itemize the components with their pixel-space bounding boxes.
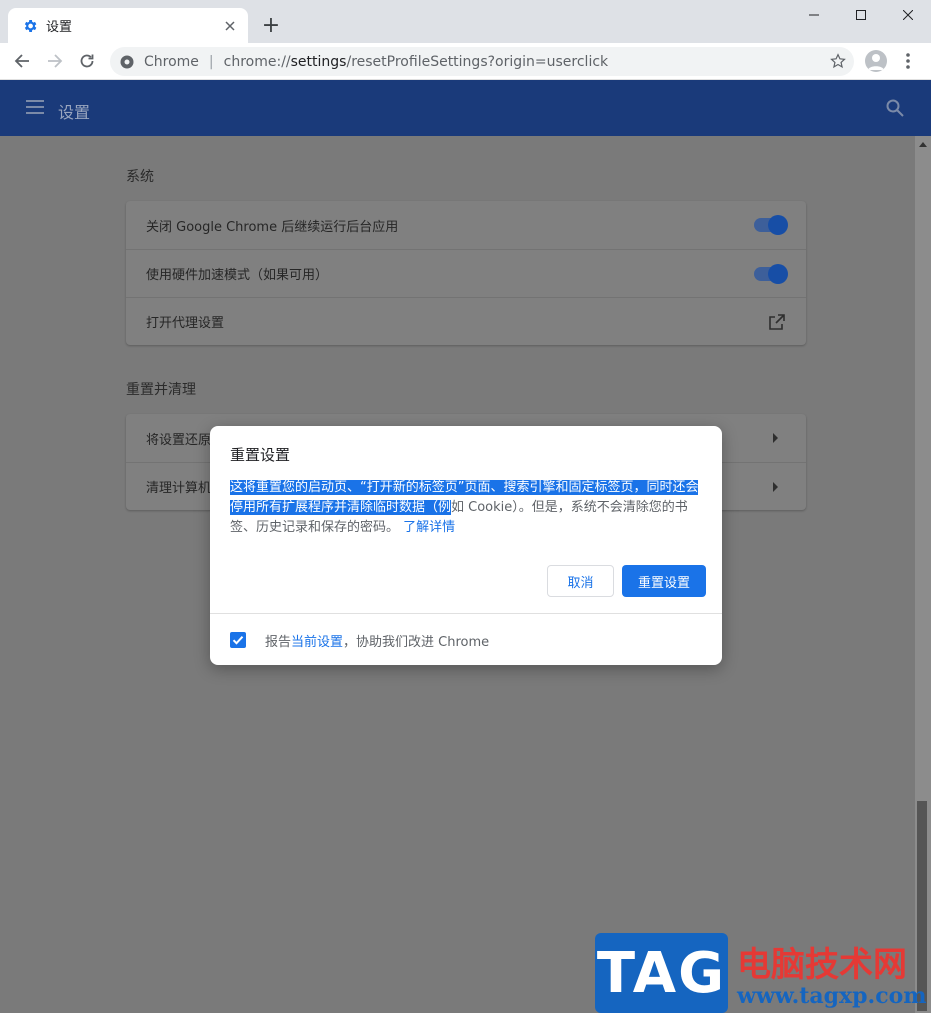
more-vert-icon[interactable] [900, 51, 916, 71]
new-tab-button[interactable]: + [258, 12, 284, 38]
browser-toolbar: Chrome | chrome://settings/resetProfileS… [0, 43, 931, 80]
proxy-settings-row[interactable]: 打开代理设置 [126, 297, 806, 345]
report-text: 报告当前设置，协助我们改进 Chrome [265, 635, 490, 650]
tab-strip: 设置 + [0, 0, 931, 43]
url-text: chrome://settings/resetProfileSettings?o… [223, 53, 609, 70]
back-button[interactable] [10, 49, 34, 73]
report-checkbox[interactable] [230, 632, 246, 648]
reset-button[interactable]: 重置设置 [622, 565, 706, 597]
watermark: TAG 电脑技术网 www.tagxp.com [595, 933, 931, 1013]
maximize-button[interactable] [838, 0, 884, 30]
dialog-title: 重置设置 [230, 446, 291, 464]
current-settings-link[interactable]: 当前设置 [291, 635, 343, 650]
close-window-button[interactable] [885, 0, 931, 30]
maximize-icon [856, 10, 866, 20]
close-icon [903, 10, 913, 20]
settings-header: 设置 [0, 80, 931, 136]
cancel-button[interactable]: 取消 [547, 565, 614, 597]
row-label: 清理计算机 [146, 481, 212, 496]
toggle-knob [768, 264, 788, 284]
system-section-title: 系统 [126, 169, 154, 185]
star-icon[interactable] [830, 53, 846, 69]
reset-section-title: 重置并清理 [126, 382, 196, 398]
reload-button[interactable] [75, 49, 99, 73]
tab-settings[interactable]: 设置 [8, 8, 248, 43]
search-icon[interactable] [886, 99, 904, 117]
dialog-body: 这将重置您的启动页、“打开新的标签页”页面、搜索引擎和固定标签页，同时还会停用所… [230, 478, 702, 538]
chevron-right-icon [773, 433, 778, 443]
toggle-knob [768, 215, 788, 235]
learn-more-link[interactable]: 了解详情 [403, 520, 455, 535]
system-card: 关闭 Google Chrome 后继续运行后台应用 使用硬件加速模式（如果可用… [126, 201, 806, 345]
reload-icon [80, 54, 94, 68]
page-title: 设置 [58, 103, 91, 122]
tab-close-icon[interactable] [222, 18, 238, 34]
hardware-acceleration-row[interactable]: 使用硬件加速模式（如果可用） [126, 249, 806, 297]
menu-icon[interactable] [26, 100, 44, 114]
chrome-label: Chrome [144, 53, 199, 70]
background-apps-row[interactable]: 关闭 Google Chrome 后继续运行后台应用 [126, 201, 806, 249]
chevron-right-icon [773, 482, 778, 492]
forward-button[interactable] [43, 49, 67, 73]
open-in-new-icon [769, 314, 785, 330]
row-label: 使用硬件加速模式（如果可用） [146, 268, 329, 283]
watermark-cn-text: 电脑技术网 [737, 945, 907, 985]
row-label: 打开代理设置 [146, 316, 225, 331]
check-icon [232, 636, 244, 645]
tab-title: 设置 [46, 20, 73, 35]
chrome-page-icon [120, 55, 134, 68]
person-icon [868, 54, 884, 70]
tag-logo: TAG [595, 933, 728, 1013]
scrollbar[interactable] [915, 136, 931, 1013]
address-bar[interactable]: Chrome | chrome://settings/resetProfileS… [110, 47, 854, 76]
row-label: 关闭 Google Chrome 后继续运行后台应用 [146, 219, 399, 235]
reset-settings-dialog: 重置设置 这将重置您的启动页、“打开新的标签页”页面、搜索引擎和固定标签页，同时… [210, 426, 722, 665]
minimize-icon [809, 14, 819, 16]
background-apps-toggle[interactable] [754, 215, 788, 235]
profile-avatar[interactable] [865, 50, 887, 72]
dialog-footer: 报告当前设置，协助我们改进 Chrome [210, 613, 722, 665]
hardware-acceleration-toggle[interactable] [754, 264, 788, 284]
omnibox-separator: | [208, 53, 214, 70]
arrow-left-icon [14, 54, 29, 68]
scroll-up-icon[interactable] [919, 142, 927, 147]
row-label: 将设置还原 [146, 432, 212, 448]
watermark-site: www.tagxp.com [737, 983, 927, 1009]
arrow-right-icon [48, 54, 63, 68]
gear-icon [24, 19, 37, 32]
minimize-button[interactable] [791, 0, 837, 30]
